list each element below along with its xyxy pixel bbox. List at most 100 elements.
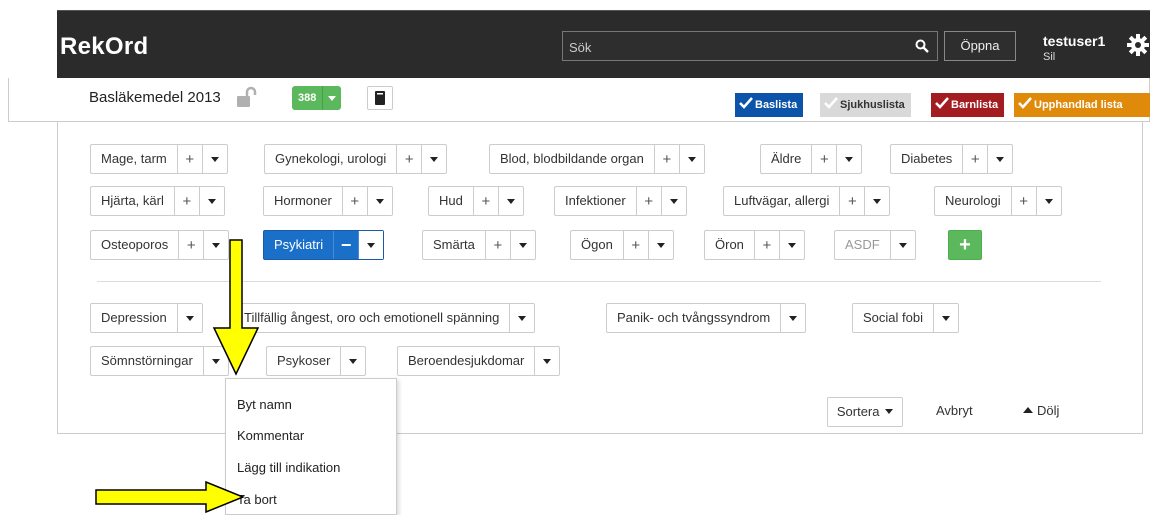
plus-button[interactable]: + [396, 145, 421, 173]
category-tag[interactable]: ASDF [834, 230, 916, 260]
add-category-button[interactable]: + [948, 230, 982, 260]
plus-button[interactable]: + [839, 187, 864, 215]
category-label[interactable]: Hud [429, 187, 473, 215]
dropdown-toggle[interactable] [509, 304, 534, 332]
category-tag[interactable]: Gynekologi, urologi + [264, 144, 448, 174]
category-label[interactable]: Öron [705, 231, 754, 259]
dropdown-toggle[interactable] [366, 187, 392, 215]
plus-button[interactable]: + [635, 187, 661, 215]
category-label[interactable]: Mage, tarm [91, 145, 177, 173]
category-label[interactable]: Neurologi [935, 187, 1011, 215]
book-button[interactable] [367, 86, 393, 110]
category-label[interactable]: Äldre [761, 145, 811, 173]
subcategory-tag[interactable]: Depression [90, 303, 203, 333]
dropdown-toggle[interactable] [358, 231, 384, 259]
plus-button[interactable]: + [484, 231, 510, 259]
category-label[interactable]: Diabetes [891, 145, 962, 173]
category-tag[interactable]: Neurologi + [934, 186, 1062, 216]
category-tag[interactable]: Ögon + [570, 230, 674, 260]
plus-button[interactable]: + [811, 145, 836, 173]
plus-button[interactable]: + [753, 231, 779, 259]
dropdown-toggle[interactable] [647, 231, 673, 259]
tab-sjukhuslista[interactable]: Sjukhuslista [820, 93, 911, 117]
count-button[interactable]: 388 [292, 86, 342, 110]
dropdown-toggle[interactable] [509, 231, 535, 259]
category-label[interactable]: Luftvägar, allergi [724, 187, 839, 215]
sort-button[interactable]: Sortera [827, 397, 903, 427]
cancel-link[interactable]: Avbryt [936, 397, 973, 427]
search-input[interactable] [569, 37, 889, 57]
dropdown-toggle[interactable] [678, 145, 704, 173]
dropdown-toggle[interactable] [1035, 187, 1061, 215]
tab-upphandlad-lista[interactable]: Upphandlad lista [1014, 93, 1150, 117]
dropdown-toggle[interactable] [534, 347, 559, 375]
dropdown-toggle[interactable] [932, 304, 958, 332]
category-tag[interactable]: Smärta + [422, 230, 536, 260]
gear-icon[interactable] [1126, 33, 1150, 57]
user-name[interactable]: testuser1 [1043, 33, 1105, 49]
category-tag[interactable]: Äldre + [760, 144, 863, 174]
plus-button[interactable]: + [962, 145, 987, 173]
category-label[interactable]: Blod, blodbildande organ [490, 145, 654, 173]
category-tag[interactable]: Osteoporos + [90, 230, 230, 260]
plus-button[interactable]: + [472, 187, 498, 215]
category-tag[interactable]: Hjärta, kärl + [90, 186, 225, 216]
chevron-down-icon[interactable] [323, 86, 342, 110]
dropdown-toggle[interactable] [660, 187, 686, 215]
category-tag[interactable]: Infektioner + [554, 186, 687, 216]
dropdown-toggle[interactable] [987, 145, 1012, 173]
category-tag[interactable]: Hormoner + [263, 186, 393, 216]
dropdown-toggle[interactable] [198, 187, 224, 215]
dropdown-toggle[interactable] [836, 145, 861, 173]
open-button[interactable]: Öppna [944, 31, 1016, 61]
plus-button[interactable]: + [622, 231, 648, 259]
subcategory-tag[interactable]: Tillfällig ångest, oro och emotionell sp… [238, 303, 536, 333]
plus-button[interactable]: + [653, 145, 679, 173]
dropdown-toggle[interactable] [497, 187, 523, 215]
category-label[interactable]: Ögon [571, 231, 623, 259]
brand-logo[interactable]: RekOrd [60, 33, 149, 61]
hide-link[interactable]: Dölj [1023, 397, 1059, 427]
menu-item-comment[interactable]: Kommentar [237, 428, 304, 443]
plus-button[interactable]: + [178, 231, 203, 259]
subcategory-tag[interactable]: Psykoser [266, 346, 367, 376]
minus-button[interactable]: − [333, 231, 358, 259]
category-label[interactable]: Hormoner [264, 187, 342, 215]
dropdown-toggle[interactable] [340, 347, 365, 375]
subcategory-label[interactable]: Psykoser [267, 347, 340, 375]
category-label[interactable]: Gynekologi, urologi [265, 145, 396, 173]
subcategory-tag[interactable]: Panik- och tvångssyndrom [606, 303, 807, 333]
plus-button[interactable]: + [173, 187, 199, 215]
category-tag[interactable]: Mage, tarm + [90, 144, 228, 174]
unlock-icon[interactable] [235, 86, 257, 108]
subcategory-label[interactable]: Panik- och tvångssyndrom [607, 304, 780, 332]
search-icon[interactable] [915, 39, 929, 53]
subcategory-label[interactable]: Social fobi [853, 304, 933, 332]
category-tag-active[interactable]: Psykiatri − [263, 230, 385, 260]
subcategory-tag[interactable]: Beroendesjukdomar [397, 346, 561, 376]
subcategory-label[interactable]: Tillfällig ångest, oro och emotionell sp… [238, 304, 509, 332]
plus-button[interactable]: + [1010, 187, 1036, 215]
dropdown-toggle[interactable] [864, 187, 889, 215]
subcategory-label[interactable]: Depression [91, 304, 177, 332]
category-tag[interactable]: Luftvägar, allergi + [723, 186, 891, 216]
tab-barnlista[interactable]: Barnlista [931, 93, 1005, 117]
subcategory-label[interactable]: Beroendesjukdomar [398, 347, 534, 375]
dropdown-toggle[interactable] [778, 231, 804, 259]
subcategory-label[interactable]: Sömnstörningar [91, 347, 203, 375]
category-tag[interactable]: Öron + [704, 230, 805, 260]
category-label[interactable]: Osteoporos [91, 231, 178, 259]
dropdown-toggle[interactable] [780, 304, 805, 332]
menu-item-add-indication[interactable]: Lägg till indikation [237, 460, 340, 475]
subcategory-tag[interactable]: Social fobi [852, 303, 959, 333]
dropdown-toggle[interactable] [889, 231, 915, 259]
tab-baslista[interactable]: Baslista [735, 93, 804, 117]
category-tag[interactable]: Blod, blodbildande organ + [489, 144, 705, 174]
dropdown-toggle[interactable] [176, 304, 202, 332]
category-tag[interactable]: Hud + [428, 186, 524, 216]
category-label[interactable]: Smärta [423, 231, 485, 259]
dropdown-toggle[interactable] [201, 145, 227, 173]
dropdown-toggle[interactable] [421, 145, 446, 173]
category-label[interactable]: ASDF [835, 231, 890, 259]
category-tag[interactable]: Diabetes + [890, 144, 1014, 174]
